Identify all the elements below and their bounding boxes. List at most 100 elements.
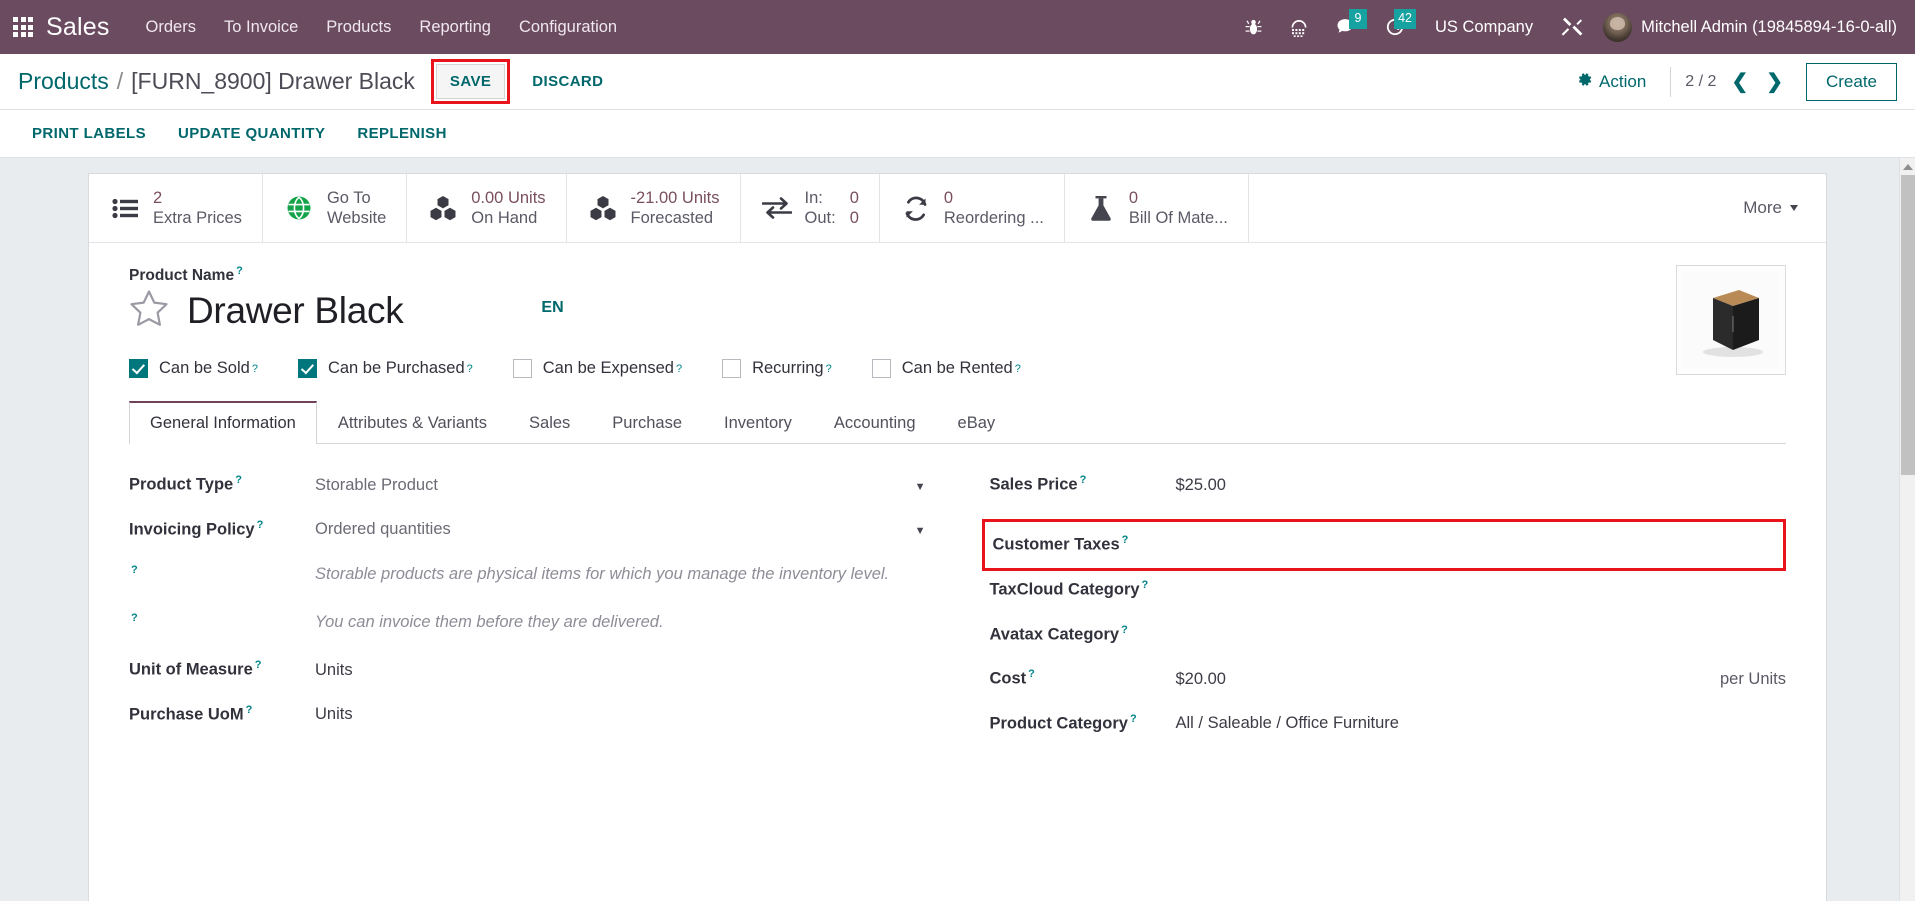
breadcrumb-products-link[interactable]: Products (18, 68, 109, 95)
cost-value[interactable]: $20.00 (1176, 670, 1692, 689)
checkbox-can-be-purchased[interactable]: Can be Purchased ? (297, 359, 473, 379)
checkbox-box[interactable] (512, 359, 532, 379)
product-title-zone: Product Name? Drawer Black EN Can be Sol… (89, 243, 1826, 379)
scrollbar-thumb[interactable] (1901, 175, 1915, 475)
update-quantity-button[interactable]: UPDATE QUANTITY (164, 117, 339, 150)
caret-down-icon (1790, 205, 1798, 212)
label-text: Avatax Category (989, 625, 1120, 644)
sales-price-value[interactable]: $25.00 (1176, 476, 1779, 495)
chevron-right-icon[interactable]: ❯ (1763, 70, 1786, 94)
menu-reporting[interactable]: Reporting (405, 12, 505, 43)
checkbox-box[interactable] (722, 359, 742, 379)
purchase-uom-value[interactable]: Units (315, 705, 918, 724)
print-labels-button[interactable]: PRINT LABELS (18, 117, 160, 150)
tab-inventory[interactable]: Inventory (703, 402, 813, 444)
company-switcher[interactable]: US Company (1421, 12, 1547, 43)
help-tooltip-icon[interactable]: ? (1028, 668, 1035, 680)
menu-orders[interactable]: Orders (132, 12, 210, 43)
stat-text: In: 0 Out: 0 (805, 188, 859, 228)
help-tooltip-icon[interactable]: ? (257, 519, 264, 531)
product-name-input[interactable]: Drawer Black (187, 290, 404, 333)
language-badge-en[interactable]: EN (541, 299, 563, 317)
product-image[interactable] (1676, 265, 1786, 376)
menu-products[interactable]: Products (312, 12, 405, 43)
product-type-select[interactable]: Storable Product (315, 476, 897, 495)
stat-button-bill-of-materials[interactable]: 0 Bill Of Mate... (1065, 174, 1249, 243)
discard-button[interactable]: DISCARD (518, 65, 617, 98)
action-menu-button[interactable]: Action (1562, 65, 1660, 99)
stat-button-extra-prices[interactable]: 2 Extra Prices (89, 174, 263, 243)
checkbox-can-be-sold[interactable]: Can be Sold ? (129, 359, 258, 379)
stat-button-on-hand[interactable]: 0.00 Units On Hand (407, 174, 567, 243)
help-tooltip-icon[interactable]: ? (1080, 474, 1087, 486)
field-label: Product Type? (129, 474, 307, 495)
activities-clock-icon[interactable]: 42 (1372, 0, 1421, 54)
help-tooltip-icon[interactable]: ? (1015, 363, 1021, 375)
help-tooltip-icon[interactable]: ? (1130, 713, 1137, 725)
stat-button-go-to-website[interactable]: Go To Website (263, 174, 408, 243)
headset-support-icon[interactable] (1276, 0, 1322, 54)
checkbox-recurring[interactable]: Recurring ? (722, 359, 832, 379)
stat-label: Extra Prices (153, 209, 242, 228)
more-stat-buttons-dropdown[interactable]: More (1715, 174, 1826, 242)
help-tooltip-icon[interactable]: ? (1122, 534, 1129, 546)
top-navbar: Sales Orders To Invoice Products Reporti… (0, 0, 1915, 54)
help-tooltip-icon[interactable]: ? (236, 265, 243, 277)
stat-button-in-out[interactable]: In: 0 Out: 0 (741, 174, 880, 243)
checkbox-label: Can be Rented (901, 359, 1013, 378)
unit-of-measure-value[interactable]: Units (315, 661, 918, 680)
cost-uom-suffix: per Units (1719, 669, 1786, 688)
scroll-up-arrow[interactable] (1900, 158, 1915, 175)
help-tooltip-icon[interactable]: ? (235, 474, 242, 486)
stat-value: 0.00 Units (471, 189, 546, 207)
create-button[interactable]: Create (1805, 62, 1897, 101)
help-tooltip-icon[interactable]: ? (246, 704, 253, 716)
messages-icon[interactable]: 9 (1322, 0, 1372, 54)
checkbox-can-be-rented[interactable]: Can be Rented ? (871, 359, 1021, 379)
help-tooltip-icon[interactable]: ? (826, 363, 832, 375)
help-tooltip-icon[interactable]: ? (131, 612, 138, 624)
favorite-star-icon[interactable] (129, 289, 169, 333)
menu-to-invoice[interactable]: To Invoice (210, 12, 312, 43)
tab-sales[interactable]: Sales (508, 402, 591, 444)
tab-ebay[interactable]: eBay (937, 402, 1017, 444)
chevron-down-icon[interactable]: ▼ (905, 481, 926, 493)
stat-label: Reordering ... (943, 209, 1044, 228)
stat-button-reordering-rules[interactable]: 0 Reordering ... (880, 174, 1065, 243)
chevron-left-icon[interactable]: ❮ (1728, 70, 1751, 94)
invoicing-policy-select[interactable]: Ordered quantities (315, 520, 897, 539)
bug-icon[interactable] (1231, 0, 1276, 54)
help-tooltip-icon[interactable]: ? (252, 363, 258, 375)
help-tooltip-icon[interactable]: ? (1121, 624, 1128, 636)
tab-accounting[interactable]: Accounting (813, 402, 937, 444)
vertical-scrollbar[interactable] (1899, 158, 1915, 901)
action-label: Action (1599, 71, 1647, 91)
product-category-value[interactable]: All / Saleable / Office Furniture (1176, 714, 1779, 733)
checkbox-box[interactable] (129, 359, 148, 379)
apps-grid-icon[interactable] (0, 0, 46, 54)
tab-purchase[interactable]: Purchase (591, 402, 703, 444)
replenish-button[interactable]: REPLENISH (343, 117, 460, 150)
save-button[interactable]: SAVE (435, 64, 506, 99)
help-tooltip-icon[interactable]: ? (131, 564, 138, 576)
help-tooltip-icon[interactable]: ? (1142, 579, 1149, 591)
more-label: More (1743, 198, 1782, 218)
checkbox-can-be-expensed[interactable]: Can be Expensed ? (512, 359, 682, 379)
field-label: Avatax Category? (990, 624, 1168, 645)
app-brand-sales[interactable]: Sales (46, 13, 116, 42)
stat-button-forecasted[interactable]: -21.00 Units Forecasted (567, 174, 741, 243)
help-tooltip-icon[interactable]: ? (255, 659, 262, 671)
help-tooltip-icon[interactable]: ? (467, 363, 473, 375)
stat-text: 2 Extra Prices (153, 188, 242, 228)
chevron-down-icon[interactable]: ▼ (905, 525, 926, 537)
wrench-screwdriver-icon[interactable] (1547, 0, 1597, 54)
checkbox-box[interactable] (871, 359, 891, 379)
tab-attributes-variants[interactable]: Attributes & Variants (317, 402, 508, 444)
checkbox-box[interactable] (297, 359, 317, 379)
product-flags-row: Can be Sold ? Can be Purchased ? Can be … (129, 359, 1656, 379)
help-tooltip-icon[interactable]: ? (676, 363, 682, 375)
tab-general-information[interactable]: General Information (129, 401, 317, 445)
field-label: Invoicing Policy? (129, 519, 307, 540)
menu-configuration[interactable]: Configuration (505, 12, 631, 43)
user-menu[interactable]: Mitchell Admin (19845894-16-0-all) (1597, 8, 1903, 47)
